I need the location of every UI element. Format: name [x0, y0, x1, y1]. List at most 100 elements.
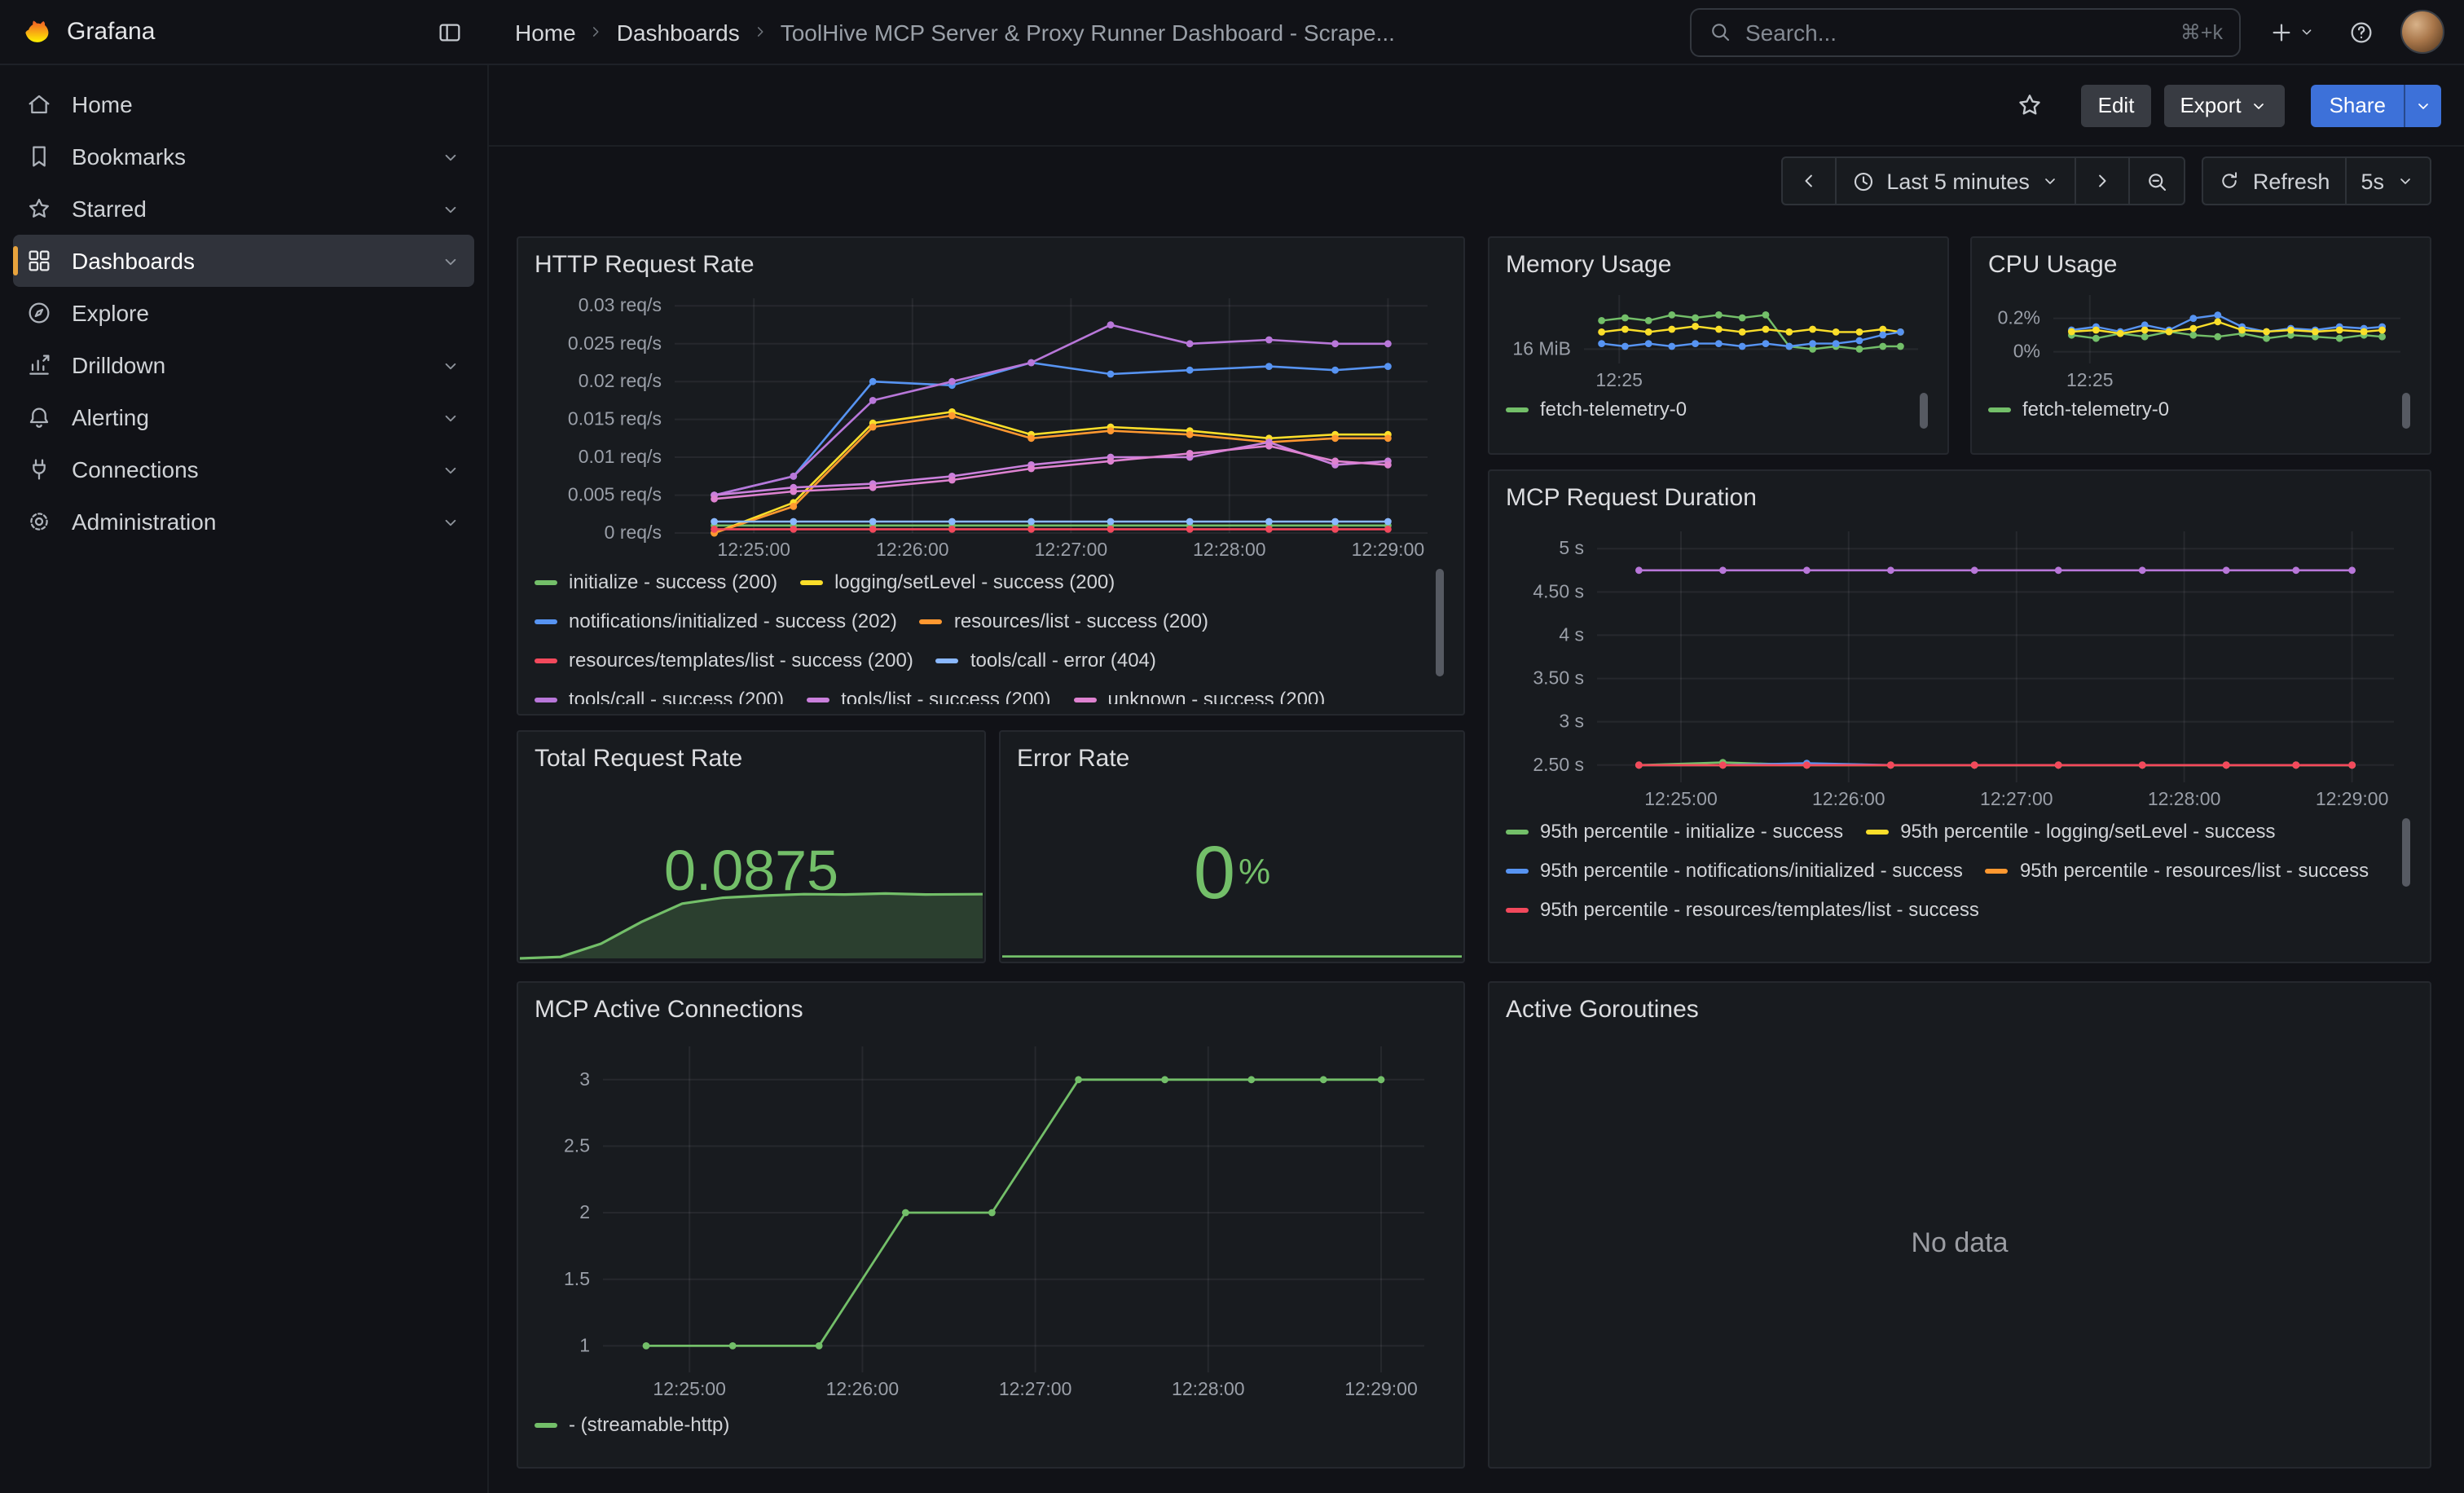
top-navigation-bar: Grafana Home Dashboards ToolHive MCP Serve…	[0, 0, 2464, 65]
dock-panel-icon	[437, 19, 463, 45]
search-input[interactable]: Search... ⌘+k	[1690, 7, 2241, 56]
sidebar-item-label: Starred	[72, 196, 147, 222]
drilldown-icon	[26, 352, 52, 378]
legend-item[interactable]: logging/setLevel - success (200)	[800, 566, 1115, 598]
sidebar-item-administration[interactable]: Administration	[13, 495, 474, 548]
share-button[interactable]: Share	[2312, 84, 2404, 126]
share-button-label: Share	[2330, 93, 2386, 117]
legend-item[interactable]: resources/templates/list - success (200)	[535, 644, 913, 676]
sidebar-item-dashboards[interactable]: Dashboards	[13, 235, 474, 287]
legend-series-label: logging/setLevel - success (200)	[834, 570, 1115, 593]
chevron-down-icon[interactable]	[440, 198, 461, 219]
sidebar-item-home[interactable]: Home	[13, 78, 474, 130]
refresh-label: Refresh	[2253, 169, 2330, 193]
svg-text:0%: 0%	[2013, 341, 2040, 362]
panel-title[interactable]: Active Goroutines	[1506, 994, 2413, 1027]
bell-icon	[26, 404, 52, 430]
sidebar-item-connections[interactable]: Connections	[13, 443, 474, 495]
panel-title[interactable]: Memory Usage	[1506, 249, 1931, 282]
time-shift-back-button[interactable]	[1780, 156, 1836, 205]
legend-item[interactable]: initialize - success (200)	[535, 566, 777, 598]
edit-button[interactable]: Edit	[2082, 84, 2151, 126]
panel-title[interactable]: Error Rate	[1017, 743, 1447, 776]
legend-item[interactable]: fetch-telemetry-0	[1988, 393, 2169, 425]
legend-item[interactable]: 95th percentile - notifications/initiali…	[1506, 854, 1963, 887]
help-button[interactable]	[2339, 9, 2384, 55]
favorite-star-button[interactable]	[2007, 82, 2053, 128]
time-shift-forward-button[interactable]	[2075, 156, 2131, 205]
dashboard-toolbar: Edit Export Share	[489, 65, 2464, 147]
breadcrumb-item[interactable]: Dashboards	[617, 19, 740, 45]
legend-item[interactable]: 95th percentile - logging/setLevel - suc…	[1866, 815, 2275, 848]
chevron-down-icon[interactable]	[440, 146, 461, 167]
cpu-usage-chart[interactable]: 0%0.2%12:25	[1988, 285, 2413, 393]
grafana-brand[interactable]: Grafana	[20, 15, 155, 48]
legend-series-marker	[1506, 868, 1529, 873]
http-request-rate-chart[interactable]: 0 req/s0.005 req/s0.01 req/s0.015 req/s0…	[535, 285, 1447, 566]
sidebar-item-drilldown[interactable]: Drilldown	[13, 339, 474, 391]
refresh-button[interactable]: Refresh	[2202, 156, 2347, 205]
legend-scrollbar[interactable]	[2402, 393, 2410, 429]
search-placeholder: Search...	[1745, 19, 2167, 45]
memory-usage-chart[interactable]: 16 MiB12:25	[1506, 285, 1931, 393]
user-avatar-button[interactable]	[2400, 10, 2444, 54]
panel-title[interactable]: HTTP Request Rate	[535, 249, 1447, 282]
chevron-down-icon[interactable]	[440, 250, 461, 271]
legend-scrollbar[interactable]	[2402, 818, 2410, 887]
panel-title[interactable]: MCP Request Duration	[1506, 482, 2413, 515]
svg-text:4.50 s: 4.50 s	[1533, 580, 1584, 601]
legend-item[interactable]: unknown - success (200)	[1074, 683, 1326, 704]
legend-item[interactable]: resources/list - success (200)	[920, 605, 1208, 637]
sidebar-item-label: Home	[72, 91, 133, 117]
panel-cpu-usage: CPU Usage 0%0.2%12:25 fetch-telemetry-0	[1970, 236, 2431, 455]
svg-text:12:29:00: 12:29:00	[2316, 788, 2389, 809]
legend-item[interactable]: tools/call - success (200)	[535, 683, 784, 704]
sidebar-item-starred[interactable]: Starred	[13, 183, 474, 235]
panel-title[interactable]: Total Request Rate	[535, 743, 968, 776]
breadcrumb-item[interactable]: Home	[515, 19, 576, 45]
legend-item[interactable]: tools/list - success (200)	[807, 683, 1050, 704]
legend-series-label: 95th percentile - initialize - success	[1540, 820, 1843, 843]
chevron-down-icon[interactable]	[440, 355, 461, 376]
chevron-down-icon	[2297, 23, 2315, 41]
grafana-logo-icon	[20, 15, 52, 48]
new-menu-button[interactable]	[2260, 9, 2322, 55]
svg-text:12:26:00: 12:26:00	[826, 1378, 900, 1399]
mcp-request-duration-chart[interactable]: 5 s4.50 s4 s3.50 s3 s2.50 s12:25:0012:26…	[1506, 518, 2413, 815]
time-range-picker[interactable]: Last 5 minutes	[1834, 156, 2077, 205]
legend-item[interactable]: 95th percentile - resources/templates/li…	[1506, 893, 1979, 926]
chevron-down-icon[interactable]	[440, 407, 461, 428]
legend-item[interactable]: tools/call - error (404)	[936, 644, 1156, 676]
breadcrumb-item[interactable]: ToolHive MCP Server & Proxy Runner Dashb…	[781, 19, 1395, 45]
chevron-down-icon	[2250, 95, 2269, 115]
panel-title[interactable]: CPU Usage	[1988, 249, 2413, 282]
legend-item[interactable]: notifications/initialized - success (202…	[535, 605, 897, 637]
chevron-right-icon	[2092, 170, 2114, 192]
legend-item[interactable]: - (streamable-http)	[535, 1408, 729, 1441]
brand-name: Grafana	[67, 18, 155, 46]
sidebar-toggle-button[interactable]	[427, 9, 473, 55]
legend-item[interactable]: 95th percentile - resources/list - succe…	[1986, 854, 2369, 887]
grafana-app: Grafana Home Dashboards ToolHive MCP Serve…	[0, 0, 2464, 1493]
chevron-down-icon[interactable]	[440, 511, 461, 532]
legend-series-marker	[1988, 407, 2011, 412]
sidebar-item-explore[interactable]: Explore	[13, 287, 474, 339]
dashboards-grid-icon	[26, 248, 52, 274]
export-button[interactable]: Export	[2163, 84, 2285, 126]
legend-item[interactable]: fetch-telemetry-0	[1506, 393, 1687, 425]
share-menu-caret-button[interactable]	[2404, 84, 2441, 126]
sidebar-item-bookmarks[interactable]: Bookmarks	[13, 130, 474, 183]
sidebar-item-alerting[interactable]: Alerting	[13, 391, 474, 443]
zoom-out-icon	[2145, 169, 2170, 193]
legend-series-marker	[535, 1422, 557, 1427]
chevron-down-icon[interactable]	[440, 459, 461, 480]
zoom-out-button[interactable]	[2129, 156, 2186, 205]
legend-scrollbar[interactable]	[1436, 569, 1444, 676]
legend-scrollbar[interactable]	[1920, 393, 1928, 429]
svg-text:12:28:00: 12:28:00	[2148, 788, 2221, 809]
legend-item[interactable]: 95th percentile - initialize - success	[1506, 815, 1843, 848]
mcp-active-connections-chart[interactable]: 11.522.5312:25:0012:26:0012:27:0012:28:0…	[535, 1030, 1447, 1408]
refresh-interval-picker[interactable]: 5s	[2344, 156, 2431, 205]
panel-title[interactable]: MCP Active Connections	[535, 994, 1447, 1027]
svg-text:12:28:00: 12:28:00	[1193, 539, 1266, 560]
